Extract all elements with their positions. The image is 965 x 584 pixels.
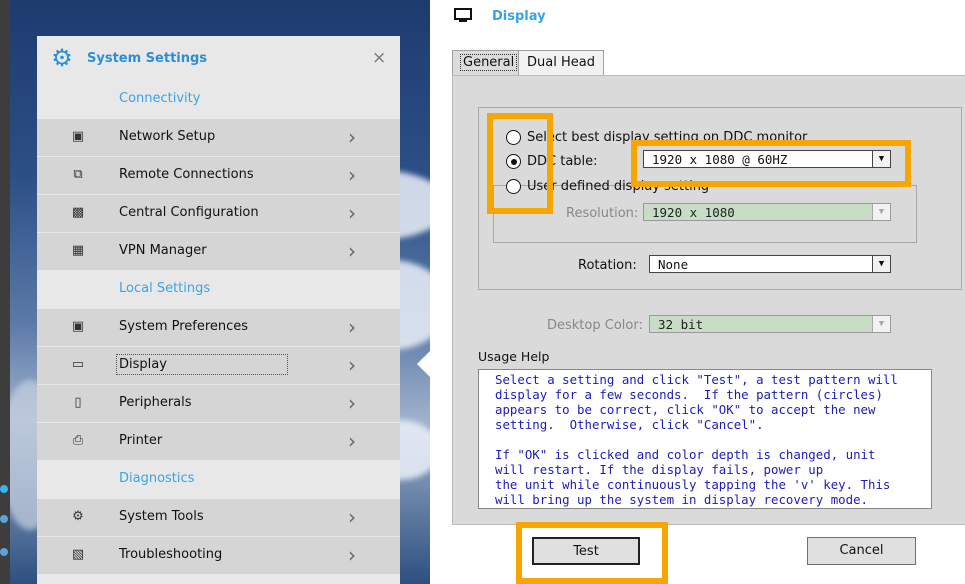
- radio-best-ddc[interactable]: [506, 130, 521, 145]
- sidebar-item-system-preferences[interactable]: ▣ System Preferences ›: [37, 308, 400, 346]
- sidebar-item-label: System Preferences: [119, 319, 249, 334]
- display-dialog: Display General Dual Head Select best di…: [432, 0, 965, 584]
- ddc-table-value: 1920 x 1080 @ 60HZ: [652, 152, 788, 167]
- chevron-right-icon: ›: [348, 429, 356, 453]
- taskbar-strip: [0, 0, 10, 584]
- desktop-color-select[interactable]: 32 bit ▼: [649, 315, 891, 333]
- resolution-value: 1920 x 1080: [652, 205, 735, 220]
- usage-help-label: Usage Help: [478, 349, 550, 364]
- gear-icon: ⚙: [51, 44, 73, 72]
- sidebar-item-peripherals[interactable]: ▯ Peripherals ›: [37, 384, 400, 422]
- option-ddc-label: DDC table:: [527, 154, 598, 169]
- tab-label: Dual Head: [527, 55, 595, 70]
- option-best-label: Select best display setting on DDC monit…: [527, 130, 808, 145]
- resolution-label: Resolution:: [566, 206, 639, 221]
- monitor-icon: ▭: [71, 357, 85, 372]
- remote-icon: ⧉: [73, 167, 83, 182]
- printer-icon: ⎙: [72, 433, 84, 448]
- test-button[interactable]: Test: [532, 537, 640, 565]
- tab-dual-head[interactable]: Dual Head: [518, 50, 604, 76]
- settings-header: ⚙ System Settings ×: [37, 36, 400, 82]
- taskbar-indicator-icon[interactable]: [0, 548, 8, 556]
- chevron-right-icon: ›: [348, 125, 356, 149]
- sidebar-item-label: Display: [116, 354, 288, 375]
- chevron-right-icon: ›: [348, 239, 356, 263]
- sidebar-item-printer[interactable]: ⎙ Printer ›: [37, 422, 400, 460]
- general-tab-panel: Select best display setting on DDC monit…: [452, 75, 965, 525]
- rotation-label: Rotation:: [578, 258, 637, 273]
- desktop-color-label: Desktop Color:: [547, 318, 643, 333]
- dropdown-arrow-icon: ▼: [872, 256, 890, 272]
- rotation-select[interactable]: None ▼: [649, 255, 891, 273]
- panel-pointer: [417, 350, 431, 378]
- chevron-right-icon: ›: [348, 201, 356, 225]
- section-label: Local Settings: [119, 281, 211, 296]
- cancel-button[interactable]: Cancel: [807, 537, 916, 565]
- dropdown-arrow-icon: ▼: [872, 316, 890, 332]
- chevron-right-icon: ›: [348, 543, 356, 567]
- sidebar-item-display[interactable]: ▭ Display ›: [37, 346, 400, 384]
- sidebar-item-network-setup[interactable]: ▣ Network Setup ›: [37, 118, 400, 156]
- chevron-right-icon: ›: [348, 163, 356, 187]
- radio-ddc-table[interactable]: [506, 154, 521, 169]
- usage-help-text: Select a setting and click "Test", a tes…: [495, 372, 898, 507]
- tab-general[interactable]: General: [452, 50, 526, 75]
- mouse-icon: ▯: [74, 395, 82, 410]
- sidebar-item-system-tools[interactable]: ⚙ System Tools ›: [37, 498, 400, 536]
- dropdown-arrow-icon: ▼: [872, 151, 890, 167]
- taskbar-indicator-icon[interactable]: [0, 515, 8, 523]
- option-user-label: User defined display setting: [527, 179, 710, 194]
- sidebar-item-label: Remote Connections: [119, 167, 254, 182]
- sidebar-item-vpn-manager[interactable]: ▦ VPN Manager ›: [37, 232, 400, 270]
- section-diagnostics: Diagnostics: [37, 462, 400, 498]
- settings-title: System Settings: [87, 51, 208, 66]
- vpn-icon: ▦: [71, 243, 85, 258]
- sidebar-item-troubleshooting[interactable]: ▧ Troubleshooting ›: [37, 536, 400, 574]
- section-local-settings: Local Settings: [37, 272, 400, 308]
- sidebar-item-label: System Tools: [119, 509, 204, 524]
- section-label: Connectivity: [119, 91, 201, 106]
- chevron-right-icon: ›: [348, 391, 356, 415]
- sidebar-item-remote-connections[interactable]: ⧉ Remote Connections ›: [37, 156, 400, 194]
- section-label: Diagnostics: [119, 471, 195, 486]
- central-config-icon: ▩: [71, 205, 85, 220]
- chevron-right-icon: ›: [348, 353, 356, 377]
- system-settings-panel: ⚙ System Settings × Connectivity ▣ Netwo…: [37, 36, 400, 584]
- sidebar-item-label: Central Configuration: [119, 205, 259, 220]
- tab-label: General: [459, 54, 518, 71]
- sidebar-item-label: Printer: [119, 433, 163, 448]
- close-icon[interactable]: ×: [372, 48, 386, 68]
- tools-icon: ⚙: [72, 509, 84, 524]
- radio-user-defined[interactable]: [506, 179, 521, 194]
- sidebar-item-label: Peripherals: [119, 395, 192, 410]
- ddc-table-select[interactable]: 1920 x 1080 @ 60HZ ▼: [643, 150, 891, 168]
- chevron-right-icon: ›: [348, 505, 356, 529]
- usage-help-box[interactable]: Select a setting and click "Test", a tes…: [478, 369, 932, 509]
- sidebar-item-label: Network Setup: [119, 129, 216, 144]
- section-connectivity: Connectivity: [37, 82, 400, 118]
- sidebar-item-central-configuration[interactable]: ▩ Central Configuration ›: [37, 194, 400, 232]
- dropdown-arrow-icon: ▼: [872, 204, 890, 220]
- resolution-select[interactable]: 1920 x 1080 ▼: [643, 203, 891, 221]
- network-icon: ▣: [71, 129, 85, 144]
- troubleshoot-icon: ▧: [71, 547, 85, 562]
- rotation-value: None: [658, 257, 689, 272]
- preferences-icon: ▣: [71, 319, 85, 334]
- dialog-title: Display: [492, 9, 546, 24]
- monitor-icon: [454, 8, 472, 22]
- sidebar-item-label: Troubleshooting: [119, 547, 223, 562]
- sidebar-item-label: VPN Manager: [119, 243, 207, 258]
- chevron-right-icon: ›: [348, 315, 356, 339]
- desktop-color-value: 32 bit: [658, 317, 704, 332]
- taskbar-indicator-icon[interactable]: [0, 485, 8, 493]
